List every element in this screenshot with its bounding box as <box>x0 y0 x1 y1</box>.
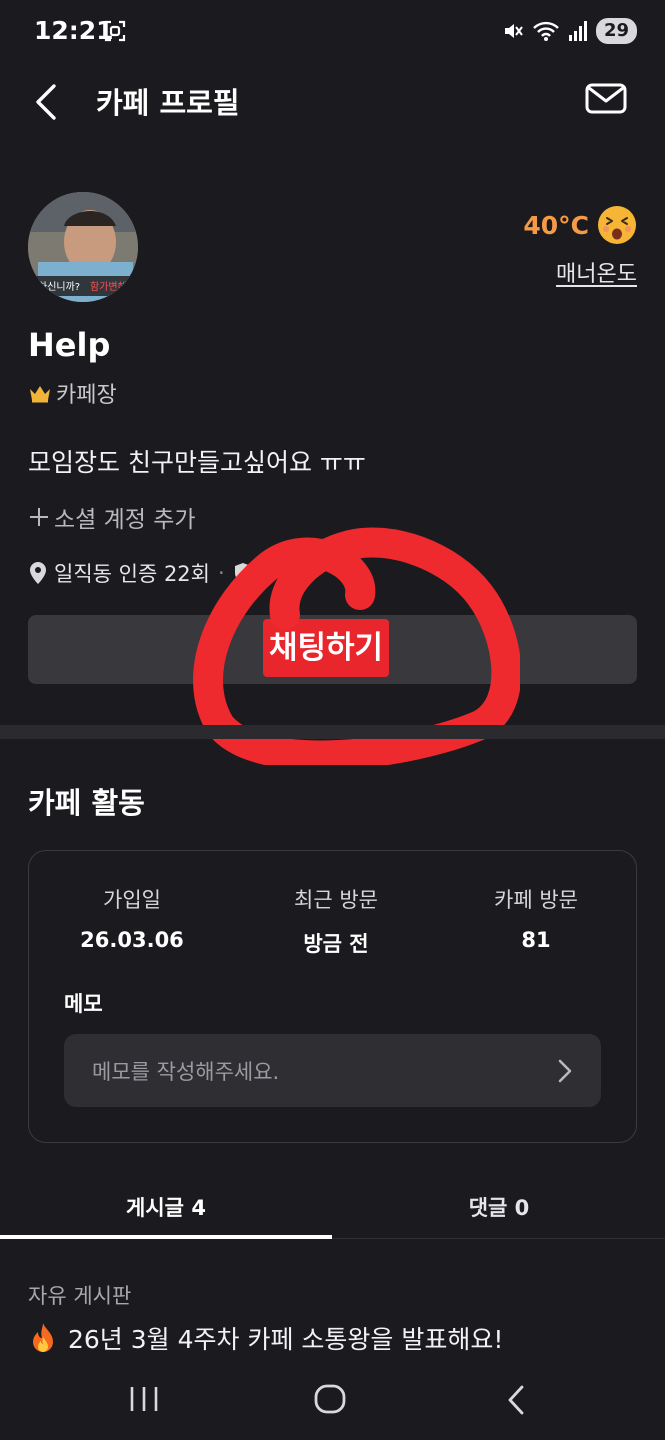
home-icon[interactable] <box>313 1383 347 1415</box>
tab-comments-label: 댓글 0 <box>468 1196 530 1220</box>
manner-temperature: 40°C <box>523 205 637 245</box>
mute-icon <box>504 24 523 38</box>
signal-icon <box>568 21 587 41</box>
back-arrow-icon[interactable] <box>30 80 70 124</box>
avatar-photo: 하신니까? 함가변해 <box>28 192 138 302</box>
tab-posts[interactable]: 게시글 4 <box>0 1170 332 1240</box>
verification-row: 일직동 인증 22회 · <box>28 558 253 588</box>
wifi-icon <box>533 21 559 41</box>
recent-apps-icon[interactable] <box>128 1384 160 1414</box>
stat-label: 카페 방문 <box>494 888 578 912</box>
shield-icon <box>234 563 251 583</box>
page-title: 카페 프로필 <box>96 86 240 120</box>
chevron-right-icon <box>558 1059 572 1083</box>
avatar-caption-right: 함가변해 <box>90 280 127 293</box>
status-indicators: 29 <box>502 18 637 44</box>
stat-cafe-visits: 카페 방문 81 <box>436 884 636 952</box>
active-tab-indicator <box>0 1235 332 1239</box>
post-board-name: 자유 게시판 <box>28 1284 132 1308</box>
stat-value: 81 <box>521 928 551 952</box>
post-item[interactable]: 26년 3월 4주차 카페 소통왕을 발표해요! <box>28 1320 503 1356</box>
status-time: 12:21 <box>34 16 114 45</box>
location-pin-icon <box>30 562 46 584</box>
avatar-caption-left: 하신니까? <box>38 280 80 293</box>
crown-icon <box>30 386 50 403</box>
screen-record-icon <box>104 20 126 42</box>
stat-value: 방금 전 <box>303 932 369 956</box>
tab-comments[interactable]: 댓글 0 <box>333 1170 665 1240</box>
location-verify-count: 일직동 인증 22회 <box>54 562 210 586</box>
section-divider <box>0 725 665 739</box>
plus-icon <box>30 508 48 526</box>
memo-placeholder: 메모를 작성해주세요. <box>92 1060 280 1084</box>
excited-face-icon <box>598 206 636 244</box>
tab-posts-label: 게시글 4 <box>126 1196 206 1220</box>
activity-section-title: 카페 활동 <box>28 786 145 820</box>
manner-temperature-link[interactable]: 매너온도 <box>556 256 637 288</box>
stat-label: 최근 방문 <box>294 888 378 912</box>
mail-icon[interactable] <box>584 80 628 118</box>
temperature-value: 40°C <box>523 210 589 240</box>
fire-icon <box>33 1323 53 1352</box>
stat-last-visit: 최근 방문 방금 전 <box>236 884 436 958</box>
role-badge: 카페장 <box>28 377 117 409</box>
battery-indicator: 29 <box>595 18 637 44</box>
profile-bio: 모임장도 친구만들고싶어요 ㅠㅠ <box>28 448 366 477</box>
add-social-label: 소셜 계정 추가 <box>54 507 196 533</box>
avatar[interactable]: 하신니까? 함가변해 <box>28 192 138 302</box>
role-label: 카페장 <box>56 383 117 408</box>
nav-back-icon[interactable] <box>505 1384 527 1416</box>
add-social-account-button[interactable]: 소셜 계정 추가 <box>28 500 196 534</box>
status-bar: 12:21 29 <box>0 0 665 64</box>
stat-joined: 가입일 26.03.06 <box>32 884 232 952</box>
post-title: 26년 3월 4주차 카페 소통왕을 발표해요! <box>68 1325 504 1354</box>
memo-field[interactable]: 메모를 작성해주세요. <box>64 1034 601 1107</box>
memo-title: 메모 <box>64 992 103 1016</box>
profile-nickname: Help <box>28 326 111 364</box>
stat-value: 26.03.06 <box>80 928 184 952</box>
chat-button-label[interactable]: 채팅하기 <box>263 619 390 677</box>
separator-dot: · <box>218 561 225 585</box>
stat-label: 가입일 <box>103 888 161 912</box>
